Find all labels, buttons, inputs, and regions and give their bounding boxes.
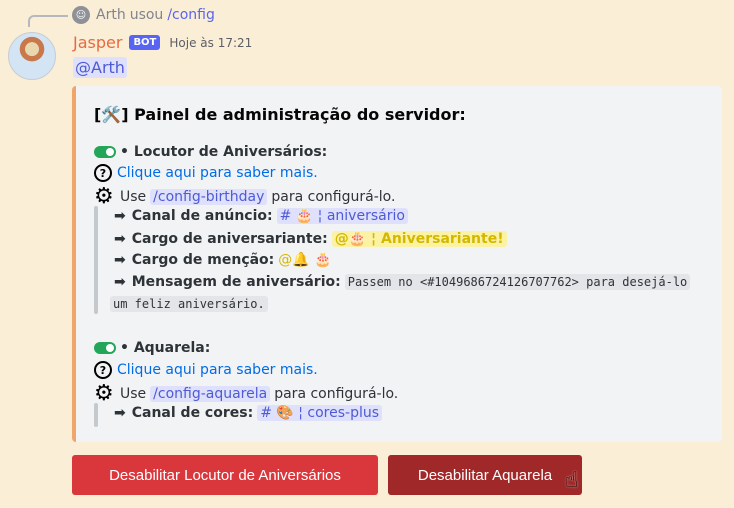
section-title: • Aquarela: [120, 340, 211, 356]
use-prefix: Use [120, 386, 147, 402]
quote-bar [94, 403, 98, 427]
field-message: ➡ Mensagem de aniversário: Passem no <#1… [114, 274, 691, 290]
arrow-icon: ➡ [114, 274, 126, 290]
use-prefix: Use [120, 189, 147, 205]
code-message-cont: um feliz aniversário. [110, 296, 268, 312]
bot-badge: BOT [129, 35, 161, 50]
field-label: Mensagem de aniversário: [131, 274, 341, 290]
reply-reference[interactable]: ☺ Arth usou /config [28, 4, 215, 27]
role-mention[interactable]: @🔔 🎂 [278, 252, 331, 268]
disable-aquarela-button[interactable]: Desabilitar Aquarela [388, 455, 582, 495]
field-label: Cargo de menção: [131, 252, 275, 268]
arrow-icon: ➡ [114, 208, 126, 224]
reply-action: usou [129, 7, 164, 23]
role-mention[interactable]: @🎂 ¦ Aniversariante! [331, 231, 507, 247]
username[interactable]: Jasper [73, 33, 122, 52]
field-mention-role: ➡ Cargo de menção: @🔔 🎂 [114, 252, 332, 268]
use-suffix: para configurá-lo. [271, 189, 396, 205]
reply-connector [28, 15, 68, 27]
field-message-cont: um feliz aniversário. [110, 296, 268, 312]
command-config-aquarela[interactable]: /config-aquarela [150, 386, 271, 402]
timestamp: Hoje às 17:21 [169, 35, 253, 50]
question-icon: ? [94, 164, 112, 182]
section-heading-aquarela: • Aquarela: [94, 340, 210, 356]
user-mention[interactable]: @Arth [73, 57, 127, 78]
help-row-birthday: ? Clique aqui para saber mais. [94, 164, 318, 182]
field-label: Cargo de aniversariante: [131, 231, 328, 247]
gear-icon: ⚙ [94, 381, 114, 406]
quote-bar [94, 206, 98, 314]
channel-mention[interactable]: # 🎂 ¦ aniversário [276, 208, 408, 224]
question-icon: ? [94, 361, 112, 379]
gear-icon: ⚙ [94, 184, 114, 209]
embed-title: [🛠️] Painel de administração do servidor… [94, 105, 466, 124]
use-row-aquarela: ⚙ Use /config-aquarela para configurá-lo… [94, 383, 398, 405]
arrow-icon: ➡ [114, 231, 126, 247]
reply-avatar[interactable]: ☺ [72, 6, 90, 24]
arrow-icon: ➡ [114, 252, 126, 268]
command-config-birthday[interactable]: /config-birthday [150, 189, 268, 205]
avatar[interactable] [8, 32, 56, 80]
embed: [🛠️] Painel de administração do servidor… [72, 86, 722, 442]
use-row-birthday: ⚙ Use /config-birthday para configurá-lo… [94, 186, 395, 208]
use-suffix: para configurá-lo. [274, 386, 399, 402]
field-channel: ➡ Canal de anúncio: # 🎂 ¦ aniversário [114, 208, 408, 224]
help-row-aquarela: ? Clique aqui para saber mais. [94, 361, 318, 379]
code-message: Passem no <#1049686724126707762> para de… [344, 274, 691, 290]
field-label: Canal de cores: [131, 405, 254, 421]
help-link-birthday[interactable]: Clique aqui para saber mais. [117, 165, 318, 181]
channel-mention[interactable]: # 🎨 ¦ cores-plus [257, 405, 383, 421]
field-color-channel: ➡ Canal de cores: # 🎨 ¦ cores-plus [114, 405, 383, 421]
toggle-on-icon [94, 146, 116, 158]
disable-birthday-button[interactable]: Desabilitar Locutor de Aniversários [72, 455, 378, 495]
field-role: ➡ Cargo de aniversariante: @🎂 ¦ Aniversa… [114, 231, 507, 247]
reply-username[interactable]: Arth [96, 7, 126, 23]
hand-cursor-icon: ☝ [565, 468, 579, 493]
arrow-icon: ➡ [114, 405, 126, 421]
section-heading-birthday: • Locutor de Aniversários: [94, 144, 327, 160]
section-title: • Locutor de Aniversários: [120, 144, 328, 160]
toggle-on-icon [94, 342, 116, 354]
help-link-aquarela[interactable]: Clique aqui para saber mais. [117, 362, 318, 378]
message-header: Jasper BOT Hoje às 17:21 [73, 33, 252, 52]
field-label: Canal de anúncio: [131, 208, 273, 224]
reply-command[interactable]: /config [167, 7, 215, 23]
